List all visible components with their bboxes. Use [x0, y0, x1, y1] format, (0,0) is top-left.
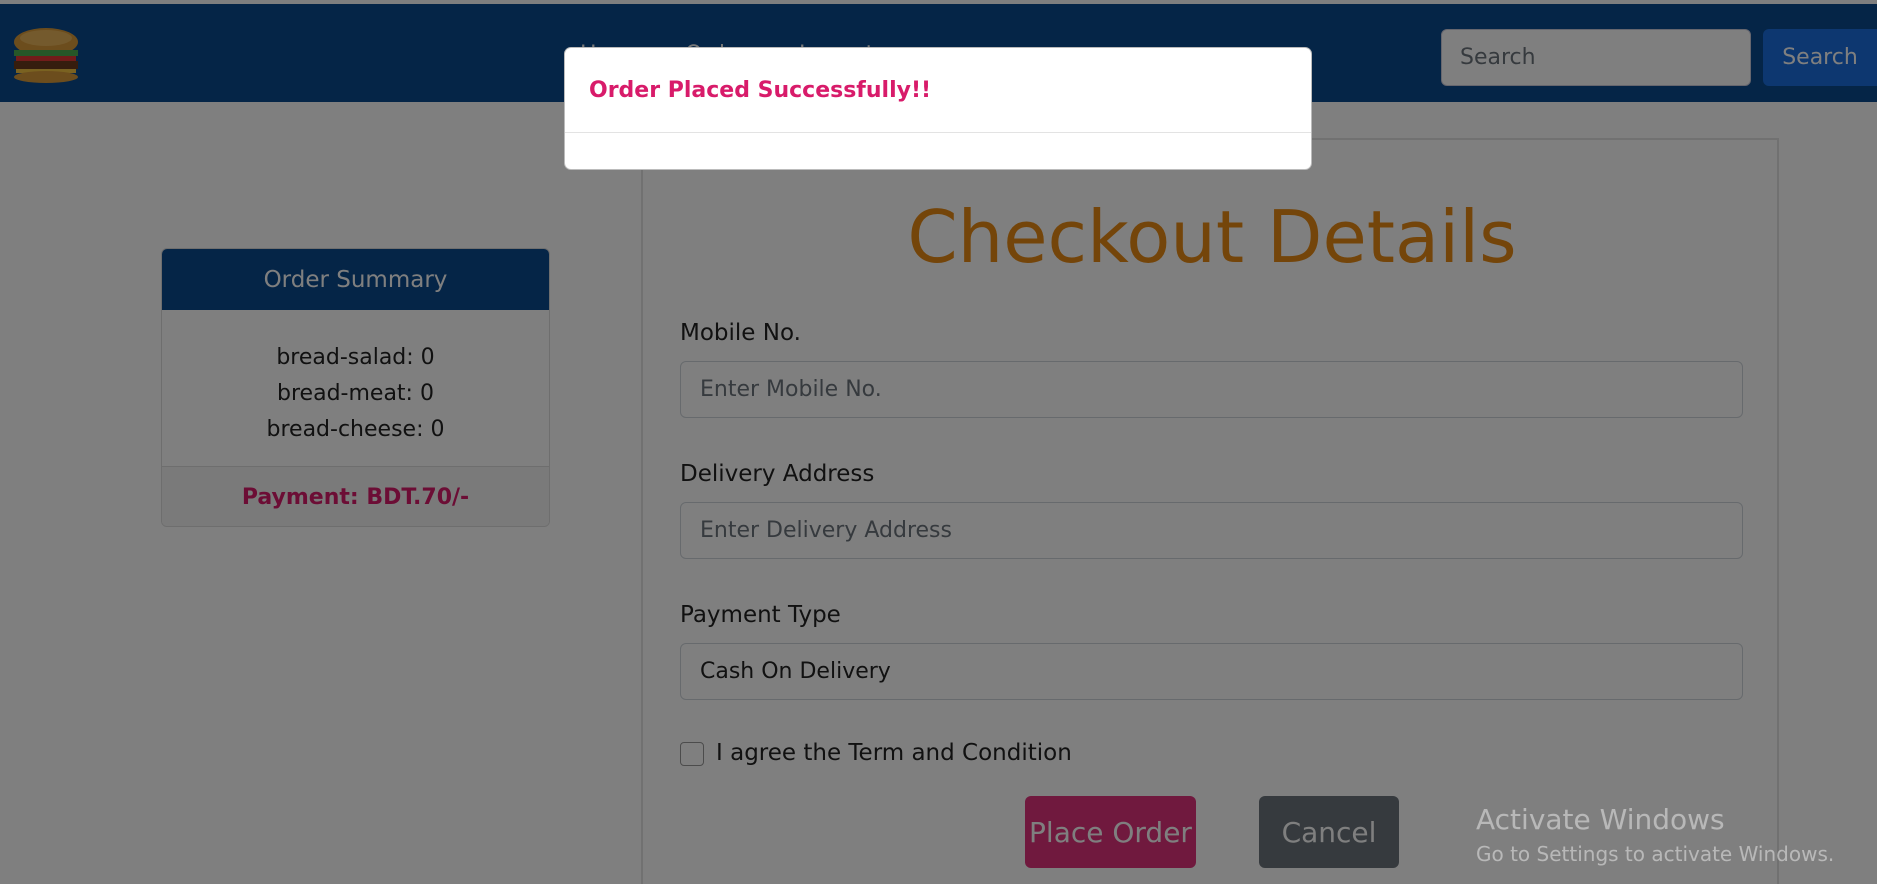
windows-activation-watermark: Activate Windows Go to Settings to activ…: [1476, 803, 1834, 866]
watermark-title: Activate Windows: [1476, 803, 1725, 836]
watermark-subtitle: Go to Settings to activate Windows.: [1476, 842, 1835, 866]
success-modal: Order Placed Successfully!!: [564, 47, 1312, 170]
modal-message: Order Placed Successfully!!: [565, 48, 1311, 133]
